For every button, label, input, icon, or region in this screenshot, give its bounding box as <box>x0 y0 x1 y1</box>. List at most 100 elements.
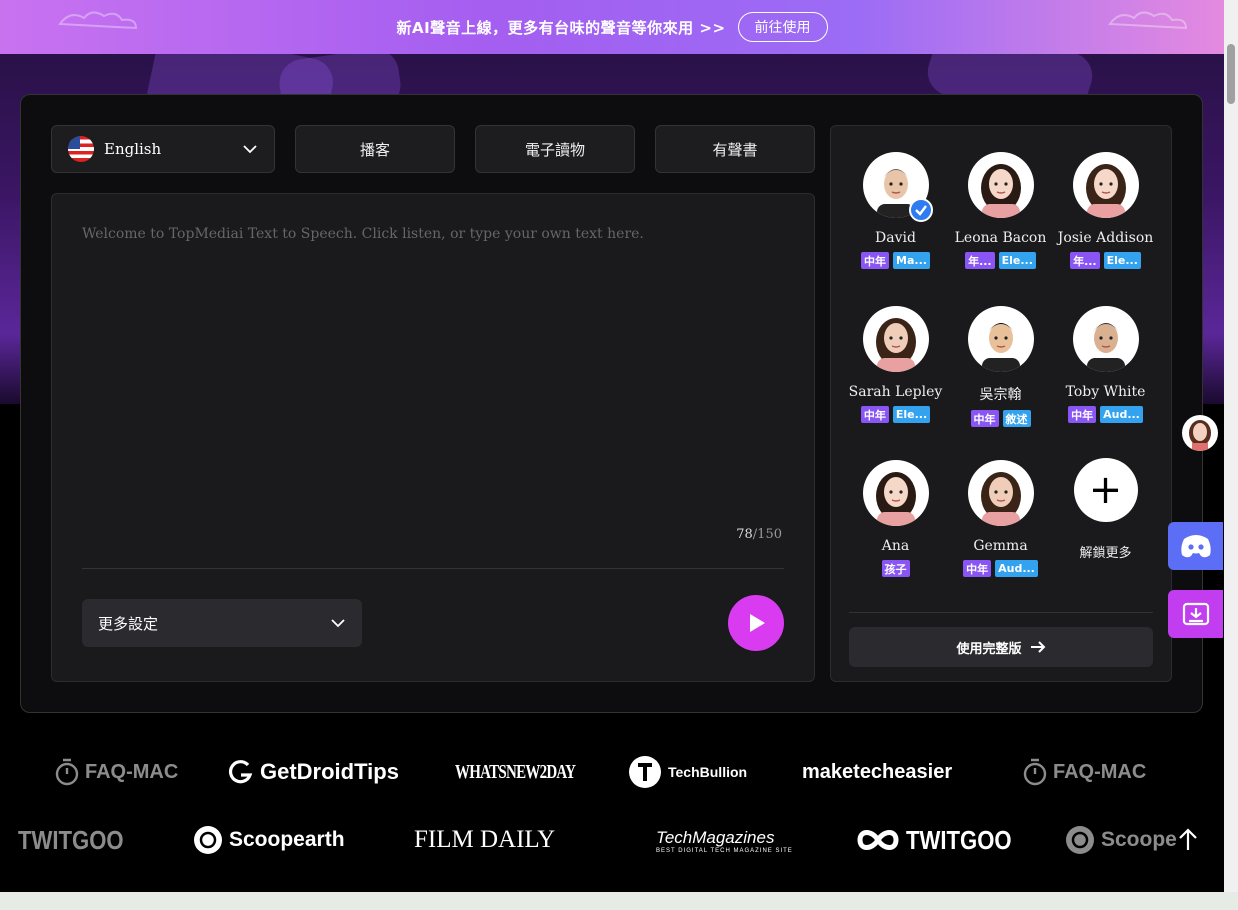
assistant-avatar[interactable] <box>1182 415 1218 451</box>
text-input-area[interactable]: Welcome to TopMediai Text to Speech. Cli… <box>51 193 815 682</box>
woman-avatar-icon <box>1189 420 1211 451</box>
selected-check-icon <box>908 198 933 222</box>
chevron-down-icon <box>331 619 345 628</box>
logo-text: Scoope <box>1101 828 1177 851</box>
voice-card[interactable]: Ana 孩子 <box>843 460 948 577</box>
voice-tag: 敘述 <box>1002 410 1031 427</box>
tab-podcast[interactable]: 播客 <box>295 125 455 173</box>
logo-subtext: BEST DIGITAL TECH MAGAZINE SITE <box>656 848 793 854</box>
unlock-more-label: 解鎖更多 <box>1079 546 1132 561</box>
arrow-right-icon <box>1030 641 1045 653</box>
logo-text: FAQ-MAC <box>1053 760 1147 783</box>
logo-scoopearth: Scoopearth <box>193 820 345 860</box>
voice-tag: 中年 <box>860 406 889 423</box>
logo-getdroidtips: GetDroidTips <box>228 752 399 792</box>
voice-tag: 中年 <box>861 252 890 269</box>
banner-try-button[interactable]: 前往使用 <box>737 12 828 42</box>
voice-tag: Ele... <box>892 406 931 423</box>
language-label: English <box>104 140 162 158</box>
us-flag-icon <box>68 136 94 162</box>
logo-text: Scoopearth <box>229 828 345 851</box>
voice-name: Ana <box>881 538 910 554</box>
person-avatar-icon <box>875 472 916 526</box>
voice-tag: Ele... <box>998 252 1036 269</box>
play-button[interactable] <box>728 595 784 651</box>
press-logos-row: FAQ-MAC GetDroidTips WHATSNEW2DAY TechBu… <box>0 752 1224 792</box>
unlock-more-button[interactable]: + 解鎖更多 <box>1053 458 1158 561</box>
stopwatch-icon <box>1023 758 1047 786</box>
voice-card[interactable]: David 中年 Ma... <box>843 152 948 269</box>
download-icon <box>1182 602 1209 626</box>
voice-avatar <box>967 460 1034 526</box>
arrow-up-icon <box>1179 828 1197 850</box>
voice-card[interactable]: 吳宗翰中年 敘述 <box>948 306 1053 427</box>
tab-audiobook[interactable]: 有聲書 <box>655 125 815 173</box>
voice-card[interactable]: Gemma 中年 Aud... <box>948 460 1053 577</box>
voice-tags: 中年 敘述 <box>948 410 1053 427</box>
logo-twitgoo: TWITGOO <box>856 820 1030 860</box>
logo-whatsnew2day: WHATSNEW2DAY <box>455 752 615 792</box>
logo-film-daily: FILM DAILY <box>414 820 555 860</box>
voice-card[interactable]: Toby White 中年 Aud... <box>1053 306 1158 423</box>
voice-avatar <box>967 152 1034 218</box>
scoopearth-icon <box>1066 826 1094 854</box>
voice-tags: 中年 Aud... <box>1053 406 1158 423</box>
banner-text: 新AI聲音上線，更多有台味的聲音等你來用 >> <box>396 18 726 37</box>
language-select[interactable]: English <box>51 125 275 173</box>
divider <box>82 568 784 569</box>
voice-card[interactable]: Leona Bacon 年... Ele... <box>948 152 1053 269</box>
voice-name: 吳宗翰 <box>979 387 1022 403</box>
voice-avatar <box>1072 152 1139 218</box>
discord-icon <box>1180 535 1211 558</box>
full-version-button[interactable]: 使用完整版 <box>849 627 1153 667</box>
logo-text: FAQ-MAC <box>85 760 179 783</box>
logo-text: WHATSNEW2DAY <box>455 760 576 783</box>
voice-name: Sarah Lepley <box>848 384 943 400</box>
voice-tags: 中年 Aud... <box>948 560 1053 577</box>
voice-name: David <box>875 230 916 246</box>
logo-maketecheasier: maketecheasier <box>802 752 952 792</box>
voice-tag: 孩子 <box>881 560 910 577</box>
person-avatar-icon <box>875 318 916 372</box>
more-settings-label: 更多設定 <box>98 614 159 633</box>
voice-name: Gemma <box>973 538 1028 554</box>
voice-tags: 孩子 <box>843 560 948 577</box>
tab-ebook[interactable]: 電子讀物 <box>475 125 635 173</box>
scrollbar-thumb[interactable] <box>1227 44 1235 104</box>
voice-tag: Ele... <box>1103 252 1141 269</box>
more-settings-dropdown[interactable]: 更多設定 <box>82 599 362 647</box>
person-avatar-icon <box>981 323 1020 372</box>
voice-tag: 中年 <box>963 560 992 577</box>
voice-name: Josie Addison <box>1057 230 1154 246</box>
voice-tag: Aud... <box>1100 406 1143 423</box>
logo-text: maketecheasier <box>802 760 953 783</box>
scoopearth-icon <box>194 826 222 854</box>
page-scrollbar[interactable] <box>1224 0 1238 892</box>
divider <box>849 612 1153 613</box>
text-placeholder: Welcome to TopMediai Text to Speech. Cli… <box>82 226 644 242</box>
techbullion-icon <box>629 756 661 788</box>
download-button[interactable] <box>1168 590 1223 638</box>
voice-card[interactable]: Sarah Lepley 中年 Ele... <box>843 306 948 423</box>
person-avatar-icon <box>1085 164 1126 218</box>
char-count: 78 <box>736 527 753 542</box>
voice-tags: 年... Ele... <box>1053 252 1158 269</box>
logo-techmagazines: TechMagazines BEST DIGITAL TECH MAGAZINE… <box>656 820 793 860</box>
logo-faq-mac: FAQ-MAC <box>55 752 178 792</box>
logo-scoopearth: Scoope <box>1065 820 1177 860</box>
voice-avatar <box>862 460 929 526</box>
logo-faq-mac: FAQ-MAC <box>1023 752 1146 792</box>
logo-text: GetDroidTips <box>260 759 399 784</box>
logo-text: TechMagazines <box>656 828 775 847</box>
logo-text: TWITGOO <box>906 824 1012 855</box>
getdroidtips-icon <box>228 760 253 784</box>
voice-tag: Aud... <box>995 560 1038 577</box>
discord-button[interactable] <box>1168 522 1223 570</box>
voice-tag: 中年 <box>970 410 999 427</box>
voice-card[interactable]: Josie Addison 年... Ele... <box>1053 152 1158 269</box>
back-to-top-button[interactable] <box>1172 822 1204 858</box>
voice-avatar <box>1072 306 1139 372</box>
char-limit: /150 <box>752 527 782 542</box>
chevron-down-icon <box>243 145 257 154</box>
os-taskbar <box>0 892 1238 910</box>
